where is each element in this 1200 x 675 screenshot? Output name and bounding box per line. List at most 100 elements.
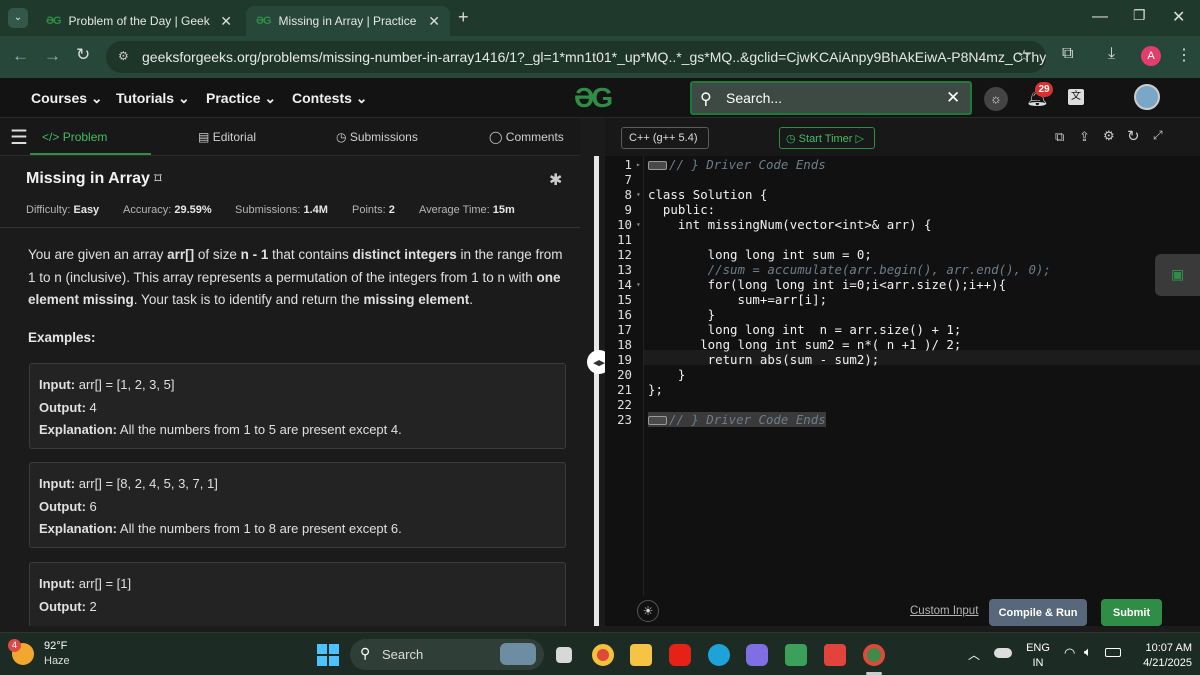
code-text: // } Driver Code Ends [669,412,826,427]
fold-toggle-icon[interactable]: ▸ [636,160,641,169]
user-avatar[interactable] [1134,84,1160,110]
code-line[interactable]: // } Driver Code Ends [648,157,826,172]
nav-contests[interactable]: Contests ⌄ [292,90,368,107]
code-line[interactable]: } [648,307,715,322]
site-search-input[interactable]: ⚲ Search... ✕ [690,81,972,115]
fold-toggle-icon[interactable]: ▾ [636,220,641,229]
custom-input-link[interactable]: Custom Input [910,605,978,617]
reload-icon[interactable]: ↻ [76,45,90,65]
code-editor[interactable]: 1 ▸ // } Driver Code Ends 7 8 ▾ class Solution… [605,156,1200,596]
weather-widget[interactable]: 4 92°F Haze [8,639,118,671]
code-line[interactable]: long long int n = arr.size() + 1; [648,322,962,337]
copilot-icon[interactable] [746,644,768,666]
nav-courses[interactable]: Courses ⌄ [31,90,103,107]
minimize-icon[interactable]: — [1092,8,1108,26]
fullscreen-icon[interactable]: ⤢ [1153,128,1163,143]
compile-run-button[interactable]: Compile & Run [989,599,1087,626]
gfg-logo[interactable]: ƏG [574,82,613,114]
tab-submissions[interactable]: ◷ Submissions [336,130,418,144]
restore-icon[interactable]: ❐ [1133,7,1146,24]
code-line[interactable]: long long int sum2 = n*( n +1 )/ 2; [648,337,961,352]
code-line[interactable]: for(long long int i=0;i<arr.size();i++){ [648,277,1006,292]
theme-toggle-icon[interactable]: ☼ [984,87,1008,111]
line-number: 1 [624,157,632,172]
submit-button[interactable]: Submit [1101,599,1162,626]
nav-tutorials[interactable]: Tutorials ⌄ [116,90,190,107]
edge-icon[interactable] [708,644,730,666]
youtube-icon[interactable] [669,644,691,666]
example-value: All the numbers from 1 to 5 are present … [119,422,402,437]
example-label: Output: [39,498,86,514]
upload-icon[interactable]: ⇪ [1079,129,1090,145]
folded-code-icon[interactable] [648,416,667,425]
chrome-profile-icon[interactable] [863,644,885,666]
browser-tab-missing-in-array[interactable]: ƏG Missing in Array | Practice | Gee ✕ [246,6,450,36]
example-label: Output: [39,598,86,614]
address-bar[interactable]: ⚙ geeksforgeeks.org/problems/missing-num… [106,41,1046,73]
browser-tab-strip: ⌄ ƏG Problem of the Day | GeeksforG ✕ ƏG… [0,0,1200,36]
tray-chevron-icon[interactable]: ︿ [968,646,980,663]
wifi-icon[interactable]: ◠ [1064,645,1075,661]
code-line[interactable]: } [648,367,685,382]
code-line[interactable]: return abs(sum - sum2); [648,352,880,367]
nav-practice[interactable]: Practice ⌄ [206,90,276,107]
examples-heading: Examples: [28,330,96,345]
wps-office-icon[interactable] [824,644,846,666]
language-select[interactable]: C++ (g++ 5.4) [621,127,709,149]
clock[interactable]: 10:07 AM 4/21/2025 [1130,641,1192,671]
tab-comments[interactable]: ◯ Comments [489,130,564,144]
translate-icon[interactable]: 文 [1068,89,1084,105]
extensions-icon[interactable]: ⧉ [1062,45,1073,63]
copy-icon[interactable]: ⧉ [1055,129,1064,145]
onedrive-icon[interactable] [994,648,1012,658]
reset-icon[interactable]: ↻ [1127,127,1140,145]
code-line[interactable]: }; [648,382,663,397]
new-tab-button[interactable]: + [458,7,469,28]
code-line[interactable]: class Solution { [648,187,767,202]
close-tab-icon[interactable]: ✕ [428,13,440,30]
taskbar-search[interactable]: ⚲ Search [350,639,544,670]
clear-search-icon[interactable]: ✕ [946,88,960,108]
close-window-icon[interactable]: ✕ [1172,7,1185,27]
tab-title: Problem of the Day | GeeksforG [68,14,211,28]
bookmark-star-icon[interactable]: ☆ [1017,46,1031,66]
site-info-icon[interactable]: ⚙ [118,49,129,63]
code-line[interactable]: int missingNum(vector<int>& arr) { [648,217,932,232]
store-icon[interactable] [785,644,807,666]
battery-icon[interactable] [1105,648,1121,657]
start-timer-button[interactable]: ◷ Start Timer ▷ [779,127,875,149]
chrome-icon[interactable] [592,644,614,666]
theme-bulb-icon[interactable]: ☀ [637,600,659,622]
close-tab-icon[interactable]: ✕ [220,13,232,30]
volume-icon[interactable]: 🔈︎ [1084,644,1092,660]
tab-problem[interactable]: </> Problem [42,130,107,144]
active-tab-underline [30,153,151,155]
bookmark-icon[interactable]: ⌑ [154,170,161,186]
panel-menu-icon[interactable]: ☰ [10,125,28,150]
browser-menu-icon[interactable]: ⋮ [1176,45,1192,65]
fold-toggle-icon[interactable]: ▾ [636,190,641,199]
settings-icon[interactable]: ⚙ [1103,128,1115,144]
profile-avatar[interactable]: A [1141,46,1161,66]
browser-tab-potd[interactable]: ƏG Problem of the Day | GeeksforG ✕ [36,6,242,36]
fold-toggle-icon[interactable]: ▾ [636,280,641,289]
back-icon[interactable]: ← [12,46,29,66]
example-value: 2 [89,598,97,614]
code-line[interactable]: public: [648,202,715,217]
code-line[interactable]: long long int sum = 0; [648,247,872,262]
panel-splitter[interactable] [594,156,599,626]
language-indicator[interactable]: ENG IN [1026,641,1050,671]
chat-float-button[interactable]: ▣ [1155,254,1200,296]
forward-icon[interactable]: → [44,46,61,66]
code-line[interactable]: // } Driver Code Ends [648,412,826,427]
report-bug-icon[interactable]: ✱ [549,170,562,190]
code-line[interactable]: //sum = accumulate(arr.begin(), arr.end(… [648,262,1051,277]
folded-code-icon[interactable] [648,161,667,170]
code-line[interactable]: sum+=arr[i]; [648,292,828,307]
task-view-icon[interactable] [556,647,572,663]
windows-start-icon[interactable] [317,644,339,666]
tab-list-chevron-icon[interactable]: ⌄ [8,8,28,28]
file-explorer-icon[interactable] [630,644,652,666]
tab-editorial[interactable]: ▤ Editorial [198,130,256,144]
download-icon[interactable]: ⤓ [1108,45,1115,63]
